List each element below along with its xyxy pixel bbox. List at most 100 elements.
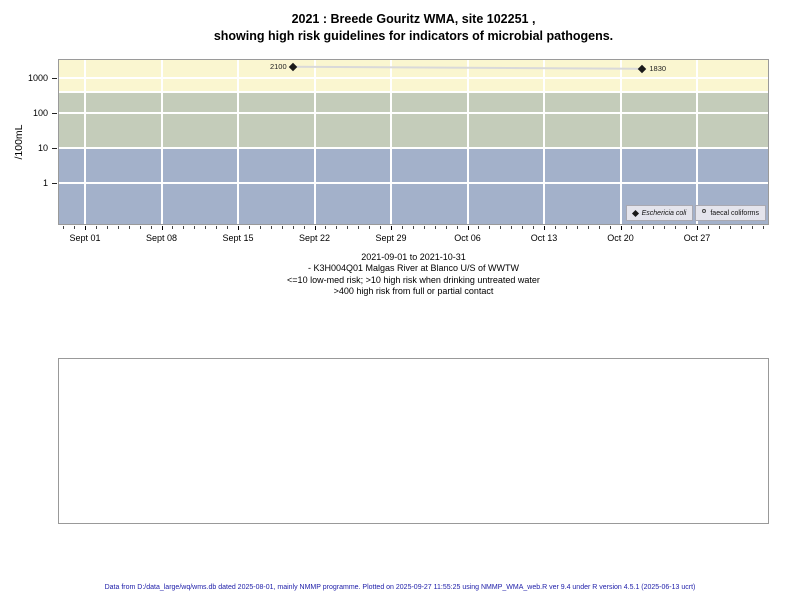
x-tick-label-Sept15: Sept 15 [222, 233, 254, 243]
x-minor-tick [587, 226, 589, 229]
plot-area: Eschericia coli faecal coliforms 2100 183… [58, 59, 769, 225]
caption-date-range: 2021-09-01 to 2021-10-31 [361, 252, 466, 262]
data-point-value-label: 1830 [649, 63, 667, 73]
x-minor-tick [369, 226, 371, 229]
x-minor-tick [609, 226, 611, 229]
x-minor-tick [675, 226, 677, 229]
x-tick-Sept01 [85, 226, 86, 230]
x-minor-tick [762, 226, 764, 229]
x-tick-label-Oct06: Oct 06 [454, 233, 481, 243]
x-minor-tick [554, 226, 556, 229]
data-point-value-label: 2100 [269, 61, 287, 71]
x-minor-tick [522, 226, 524, 229]
x-minor-tick [117, 226, 119, 229]
x-minor-tick [292, 226, 294, 229]
x-minor-tick [412, 226, 414, 229]
x-minor-tick [456, 226, 458, 229]
x-tick-label-Sept08: Sept 08 [145, 233, 178, 243]
chart-caption: 2021-09-01 to 2021-10-31 - K3H004Q01 Mal… [58, 252, 769, 297]
x-minor-tick [150, 226, 152, 229]
x-minor-tick [445, 226, 447, 229]
x-minor-tick [172, 226, 174, 229]
y-tick-10 [52, 148, 57, 149]
x-tick-Oct06 [467, 226, 469, 230]
legend-item-faecal-coliforms: faecal coliforms [695, 205, 766, 221]
caption-site-name: - K3H004Q01 Malgas River at Blanco U/S o… [307, 263, 520, 274]
y-tick-1 [52, 183, 57, 184]
x-minor-tick [642, 226, 644, 229]
x-minor-tick [248, 226, 250, 229]
x-minor-tick [281, 226, 283, 229]
x-tick-Sept08 [161, 226, 163, 230]
x-minor-tick [500, 226, 502, 229]
open-circle-icon [702, 209, 707, 213]
y-tick-label-10: 10 [37, 143, 48, 153]
x-minor-tick [489, 226, 491, 229]
x-minor-tick [63, 226, 65, 229]
x-minor-tick [74, 226, 76, 229]
x-minor-tick [729, 226, 731, 229]
x-minor-tick [478, 226, 480, 229]
y-tick-1000 [52, 78, 57, 79]
x-minor-tick [740, 226, 742, 229]
x-minor-tick [401, 226, 403, 229]
legend-label-ecoli: Eschericia coli [641, 209, 687, 217]
x-minor-tick [631, 226, 633, 229]
x-minor-tick [270, 226, 272, 229]
x-minor-tick [336, 226, 338, 229]
x-minor-tick [259, 226, 261, 229]
plot-page: 2021 : Breede Gouritz WMA, site 102251 ,… [0, 0, 800, 600]
x-minor-tick [95, 226, 97, 229]
x-tick-label-Oct20: Oct 20 [607, 233, 634, 243]
x-tick-label-Oct27: Oct 27 [683, 233, 711, 243]
chart-title-line2: showing high risk guidelines for indicat… [213, 29, 614, 43]
x-tick-Oct27 [697, 226, 699, 230]
x-minor-tick [598, 226, 600, 229]
x-tick-Sept29 [391, 226, 392, 230]
x-minor-tick [347, 226, 349, 229]
empty-second-panel [58, 358, 769, 524]
x-minor-tick [194, 226, 196, 229]
x-tick-Oct20 [620, 226, 622, 230]
x-tick-Oct13 [544, 226, 546, 230]
x-tick-Sept22 [314, 226, 316, 230]
caption-risk-note-2: >400 high risk from full or partial cont… [333, 285, 494, 296]
y-tick-label-1000: 1000 [27, 73, 48, 83]
x-minor-tick [216, 226, 218, 229]
x-tick-Sept15 [238, 226, 239, 230]
caption-risk-note-1: <=10 low-med risk; >10 high risk when dr… [287, 274, 540, 285]
x-minor-tick [183, 226, 185, 229]
chart-title: 2021 : Breede Gouritz WMA, site 102251 ,… [58, 11, 769, 45]
x-minor-tick [511, 226, 513, 229]
x-minor-tick [653, 226, 655, 229]
x-minor-tick [303, 226, 305, 229]
chart-legend: Eschericia coli faecal coliforms [625, 205, 766, 221]
x-minor-tick [576, 226, 578, 229]
legend-label-faecal-coliforms: faecal coliforms [710, 209, 759, 217]
y-tick-label-1: 1 [42, 178, 48, 188]
y-tick-100 [52, 113, 57, 114]
x-tick-label-Sept22: Sept 22 [298, 233, 331, 243]
y-axis: 1 10 100 1000 [0, 59, 57, 226]
series-line [292, 65, 643, 70]
x-minor-tick [205, 226, 207, 229]
x-tick-label-Oct13: Oct 13 [530, 233, 558, 243]
legend-item-ecoli: Eschericia coli [625, 205, 694, 221]
x-minor-tick [227, 226, 229, 229]
x-minor-tick [751, 226, 753, 229]
y-tick-label-100: 100 [32, 108, 48, 118]
x-minor-tick [565, 226, 567, 229]
chart-title-line1: 2021 : Breede Gouritz WMA, site 102251 , [291, 12, 536, 26]
x-minor-tick [358, 226, 360, 229]
x-minor-tick [434, 226, 436, 229]
filled-diamond-icon [631, 209, 639, 217]
x-minor-tick [533, 226, 535, 229]
x-minor-tick [106, 226, 108, 229]
x-minor-tick [128, 226, 130, 229]
x-axis: Sept 01 Sept 08 Sept 15 Sept 22 Sept 29 Oct 0… [58, 226, 774, 250]
x-tick-label-Sept29: Sept 29 [375, 233, 407, 243]
x-minor-tick [664, 226, 666, 229]
x-minor-tick [718, 226, 720, 229]
x-tick-label-Sept01: Sept 01 [69, 233, 101, 243]
x-minor-tick [686, 226, 688, 229]
